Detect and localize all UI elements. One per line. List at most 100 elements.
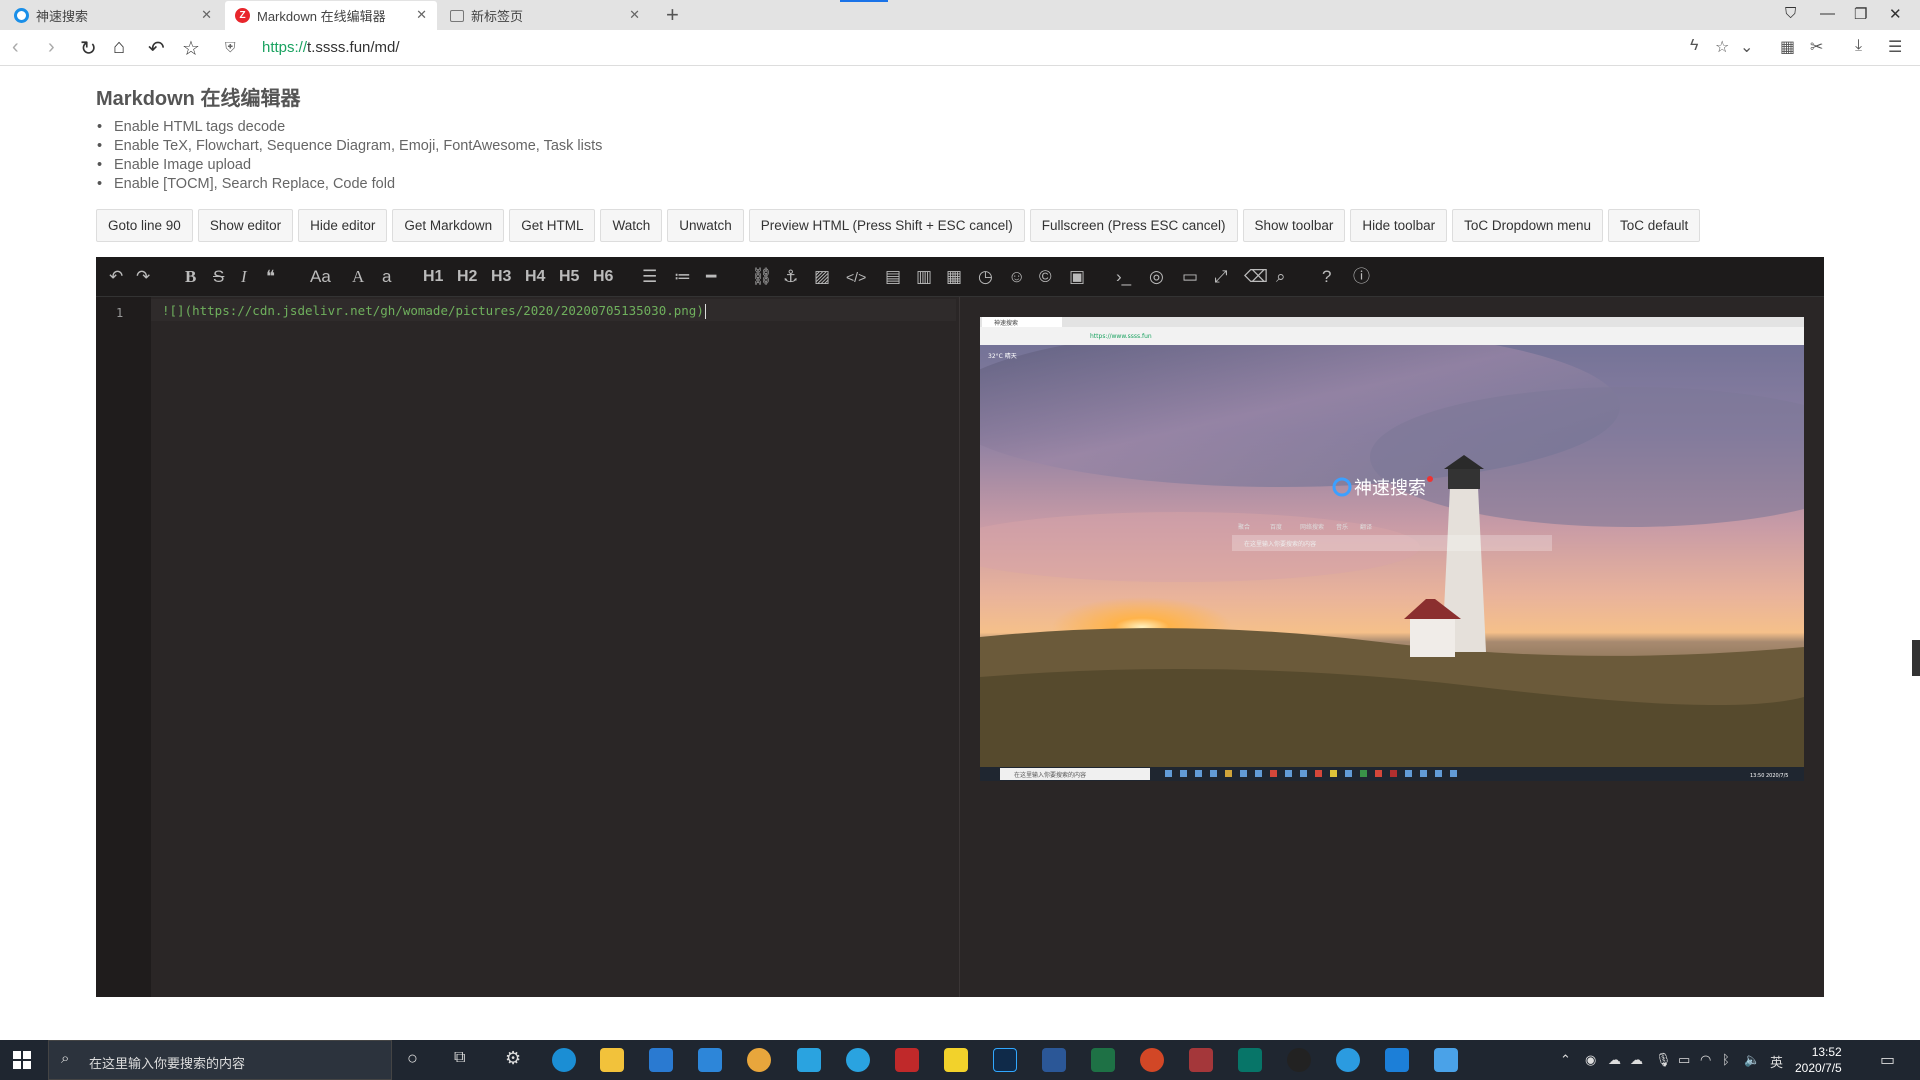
image-icon[interactable]: ▨ xyxy=(814,267,830,287)
show-editor-button[interactable]: Show editor xyxy=(197,209,294,242)
code-inline-icon[interactable]: </> xyxy=(846,267,866,287)
help-icon[interactable]: ? xyxy=(1322,267,1331,287)
powerpoint-icon[interactable] xyxy=(1140,1048,1164,1072)
restore-icon[interactable]: ❐ xyxy=(1854,5,1867,23)
onedrive-icon[interactable]: ☁ xyxy=(1630,1052,1643,1068)
show-toolbar-button[interactable]: Show toolbar xyxy=(1242,209,1346,242)
bird-app-icon[interactable] xyxy=(846,1048,870,1072)
scroll-indicator[interactable] xyxy=(1912,640,1920,676)
bookmark-star-icon[interactable]: ☆ xyxy=(1715,37,1729,57)
preview-html-button[interactable]: Preview HTML (Press Shift + ESC cancel) xyxy=(748,209,1025,242)
unwatch-button[interactable]: Unwatch xyxy=(667,209,744,242)
forward-icon[interactable]: › xyxy=(48,36,55,59)
task-view-icon[interactable]: ⧉ xyxy=(454,1049,465,1067)
edge-icon[interactable] xyxy=(552,1048,576,1072)
hide-toolbar-button[interactable]: Hide toolbar xyxy=(1350,209,1448,242)
watch-button[interactable]: Watch xyxy=(600,209,663,242)
windows-start-icon[interactable] xyxy=(13,1051,31,1069)
download-icon[interactable]: ⤓ xyxy=(1855,37,1862,55)
star-icon[interactable]: ☆ xyxy=(182,36,200,61)
photoshop-icon[interactable] xyxy=(993,1048,1017,1072)
datetime-icon[interactable]: ◷ xyxy=(978,267,993,287)
watch-toggle-icon[interactable]: ◎ xyxy=(1149,267,1164,287)
mail-icon[interactable] xyxy=(698,1048,722,1072)
apps-grid-icon[interactable]: ▦ xyxy=(1780,37,1795,57)
bold-icon[interactable]: B xyxy=(185,267,196,287)
qq-icon[interactable] xyxy=(1287,1048,1311,1072)
bluetooth-icon[interactable]: ᛒ xyxy=(1722,1052,1730,1067)
close-icon[interactable]: ✕ xyxy=(629,7,640,23)
home-icon[interactable]: ⌂ xyxy=(113,36,125,59)
horizontal-rule-icon[interactable]: ━ xyxy=(706,267,716,287)
wifi-icon[interactable]: ◠ xyxy=(1700,1052,1711,1068)
pin-icon[interactable]: ⛉ xyxy=(1785,5,1796,22)
menu-icon[interactable]: ☰ xyxy=(1888,37,1902,57)
url-field[interactable]: https://t.ssss.fun/md/ xyxy=(262,39,400,56)
hide-editor-button[interactable]: Hide editor xyxy=(298,209,388,242)
chevron-up-icon[interactable]: ⌃ xyxy=(1560,1052,1571,1068)
redo-icon[interactable]: ↷ xyxy=(136,267,150,287)
tab-markdown-editor[interactable]: Z Markdown 在线编辑器 ✕ xyxy=(225,1,437,30)
network-drive-icon[interactable]: ☁ xyxy=(1608,1052,1621,1068)
back-icon[interactable]: ‹ xyxy=(12,36,19,59)
settings-gear-icon[interactable]: ⚙ xyxy=(505,1048,521,1069)
volume-icon[interactable]: 🔈 xyxy=(1744,1052,1760,1068)
code-text[interactable]: ![](https://cdn.jsdelivr.net/gh/womade/p… xyxy=(162,303,704,318)
undo-icon[interactable]: ↶ xyxy=(109,267,123,287)
fullscreen-icon[interactable]: ⤢ xyxy=(1214,267,1228,287)
store-icon[interactable] xyxy=(649,1048,673,1072)
strikethrough-icon[interactable]: S xyxy=(213,267,224,287)
publisher-icon[interactable] xyxy=(1238,1048,1262,1072)
cortana-icon[interactable]: ○ xyxy=(407,1048,418,1069)
html-entities-icon[interactable]: © xyxy=(1039,267,1052,287)
sticky-notes-icon[interactable] xyxy=(944,1048,968,1072)
goto-line-icon[interactable]: ›_ xyxy=(1116,267,1131,287)
code-block-icon[interactable]: ▤ xyxy=(885,267,901,287)
code-line[interactable]: ![](https://cdn.jsdelivr.net/gh/womade/p… xyxy=(162,303,706,319)
info-icon[interactable]: ⓘ xyxy=(1353,267,1370,287)
preformatted-text-icon[interactable]: ▥ xyxy=(916,267,932,287)
close-window-icon[interactable]: ✕ xyxy=(1889,5,1902,23)
lowercase-icon[interactable]: a xyxy=(382,267,391,287)
pagebreak-icon[interactable]: ▣ xyxy=(1069,267,1085,287)
undo-close-icon[interactable]: ↶ xyxy=(148,36,165,61)
reload-icon[interactable]: ↻ xyxy=(80,36,97,61)
h1-icon[interactable]: H1 xyxy=(423,267,443,287)
italic-icon[interactable]: I xyxy=(241,267,247,287)
battery-icon[interactable]: ▭ xyxy=(1678,1052,1690,1068)
search-icon[interactable]: ⌕ xyxy=(1276,267,1286,287)
word-icon[interactable] xyxy=(1042,1048,1066,1072)
emoji-icon[interactable]: ☺ xyxy=(1008,267,1025,287)
chevron-down-icon[interactable]: ⌄ xyxy=(1740,37,1753,57)
tab-shensu-search[interactable]: 神速搜索 ✕ xyxy=(4,1,222,30)
telegram-icon[interactable] xyxy=(1336,1048,1360,1072)
h2-icon[interactable]: H2 xyxy=(457,267,477,287)
system-clock[interactable]: 13:52 2020/7/5 xyxy=(1795,1044,1842,1076)
file-explorer-icon[interactable] xyxy=(600,1048,624,1072)
toc-dropdown-button[interactable]: ToC Dropdown menu xyxy=(1452,209,1603,242)
excel-icon[interactable] xyxy=(1091,1048,1115,1072)
ime-indicator[interactable]: 英 xyxy=(1770,1052,1783,1071)
browser-icon[interactable] xyxy=(747,1048,771,1072)
table-icon[interactable]: ▦ xyxy=(946,267,962,287)
toc-default-button[interactable]: ToC default xyxy=(1607,209,1701,242)
tab-new-tab[interactable]: 新标签页 ✕ xyxy=(440,1,650,30)
ordered-list-icon[interactable]: ≔ xyxy=(674,267,691,287)
feedback-icon[interactable] xyxy=(797,1048,821,1072)
close-icon[interactable]: ✕ xyxy=(201,7,212,23)
h5-icon[interactable]: H5 xyxy=(559,267,579,287)
h6-icon[interactable]: H6 xyxy=(593,267,613,287)
qq-tray-icon[interactable]: ◉ xyxy=(1585,1052,1596,1068)
taskbar-search-box[interactable]: ⌕ 在这里输入你要搜索的内容 xyxy=(48,1040,392,1080)
uppercase-icon[interactable]: A xyxy=(352,267,364,287)
quote-icon[interactable]: ❝ xyxy=(266,267,275,287)
notification-icon[interactable]: ▭ xyxy=(1880,1050,1895,1070)
clear-icon[interactable]: ⌫ xyxy=(1244,267,1268,287)
ucwords-icon[interactable]: Aa xyxy=(310,267,331,287)
goto-line-button[interactable]: Goto line 90 xyxy=(96,209,193,242)
link-icon[interactable]: ⛓ xyxy=(751,267,773,287)
new-tab-icon[interactable]: + xyxy=(666,2,679,28)
close-icon[interactable]: ✕ xyxy=(416,7,427,23)
get-markdown-button[interactable]: Get Markdown xyxy=(392,209,505,242)
photos-icon[interactable] xyxy=(1385,1048,1409,1072)
